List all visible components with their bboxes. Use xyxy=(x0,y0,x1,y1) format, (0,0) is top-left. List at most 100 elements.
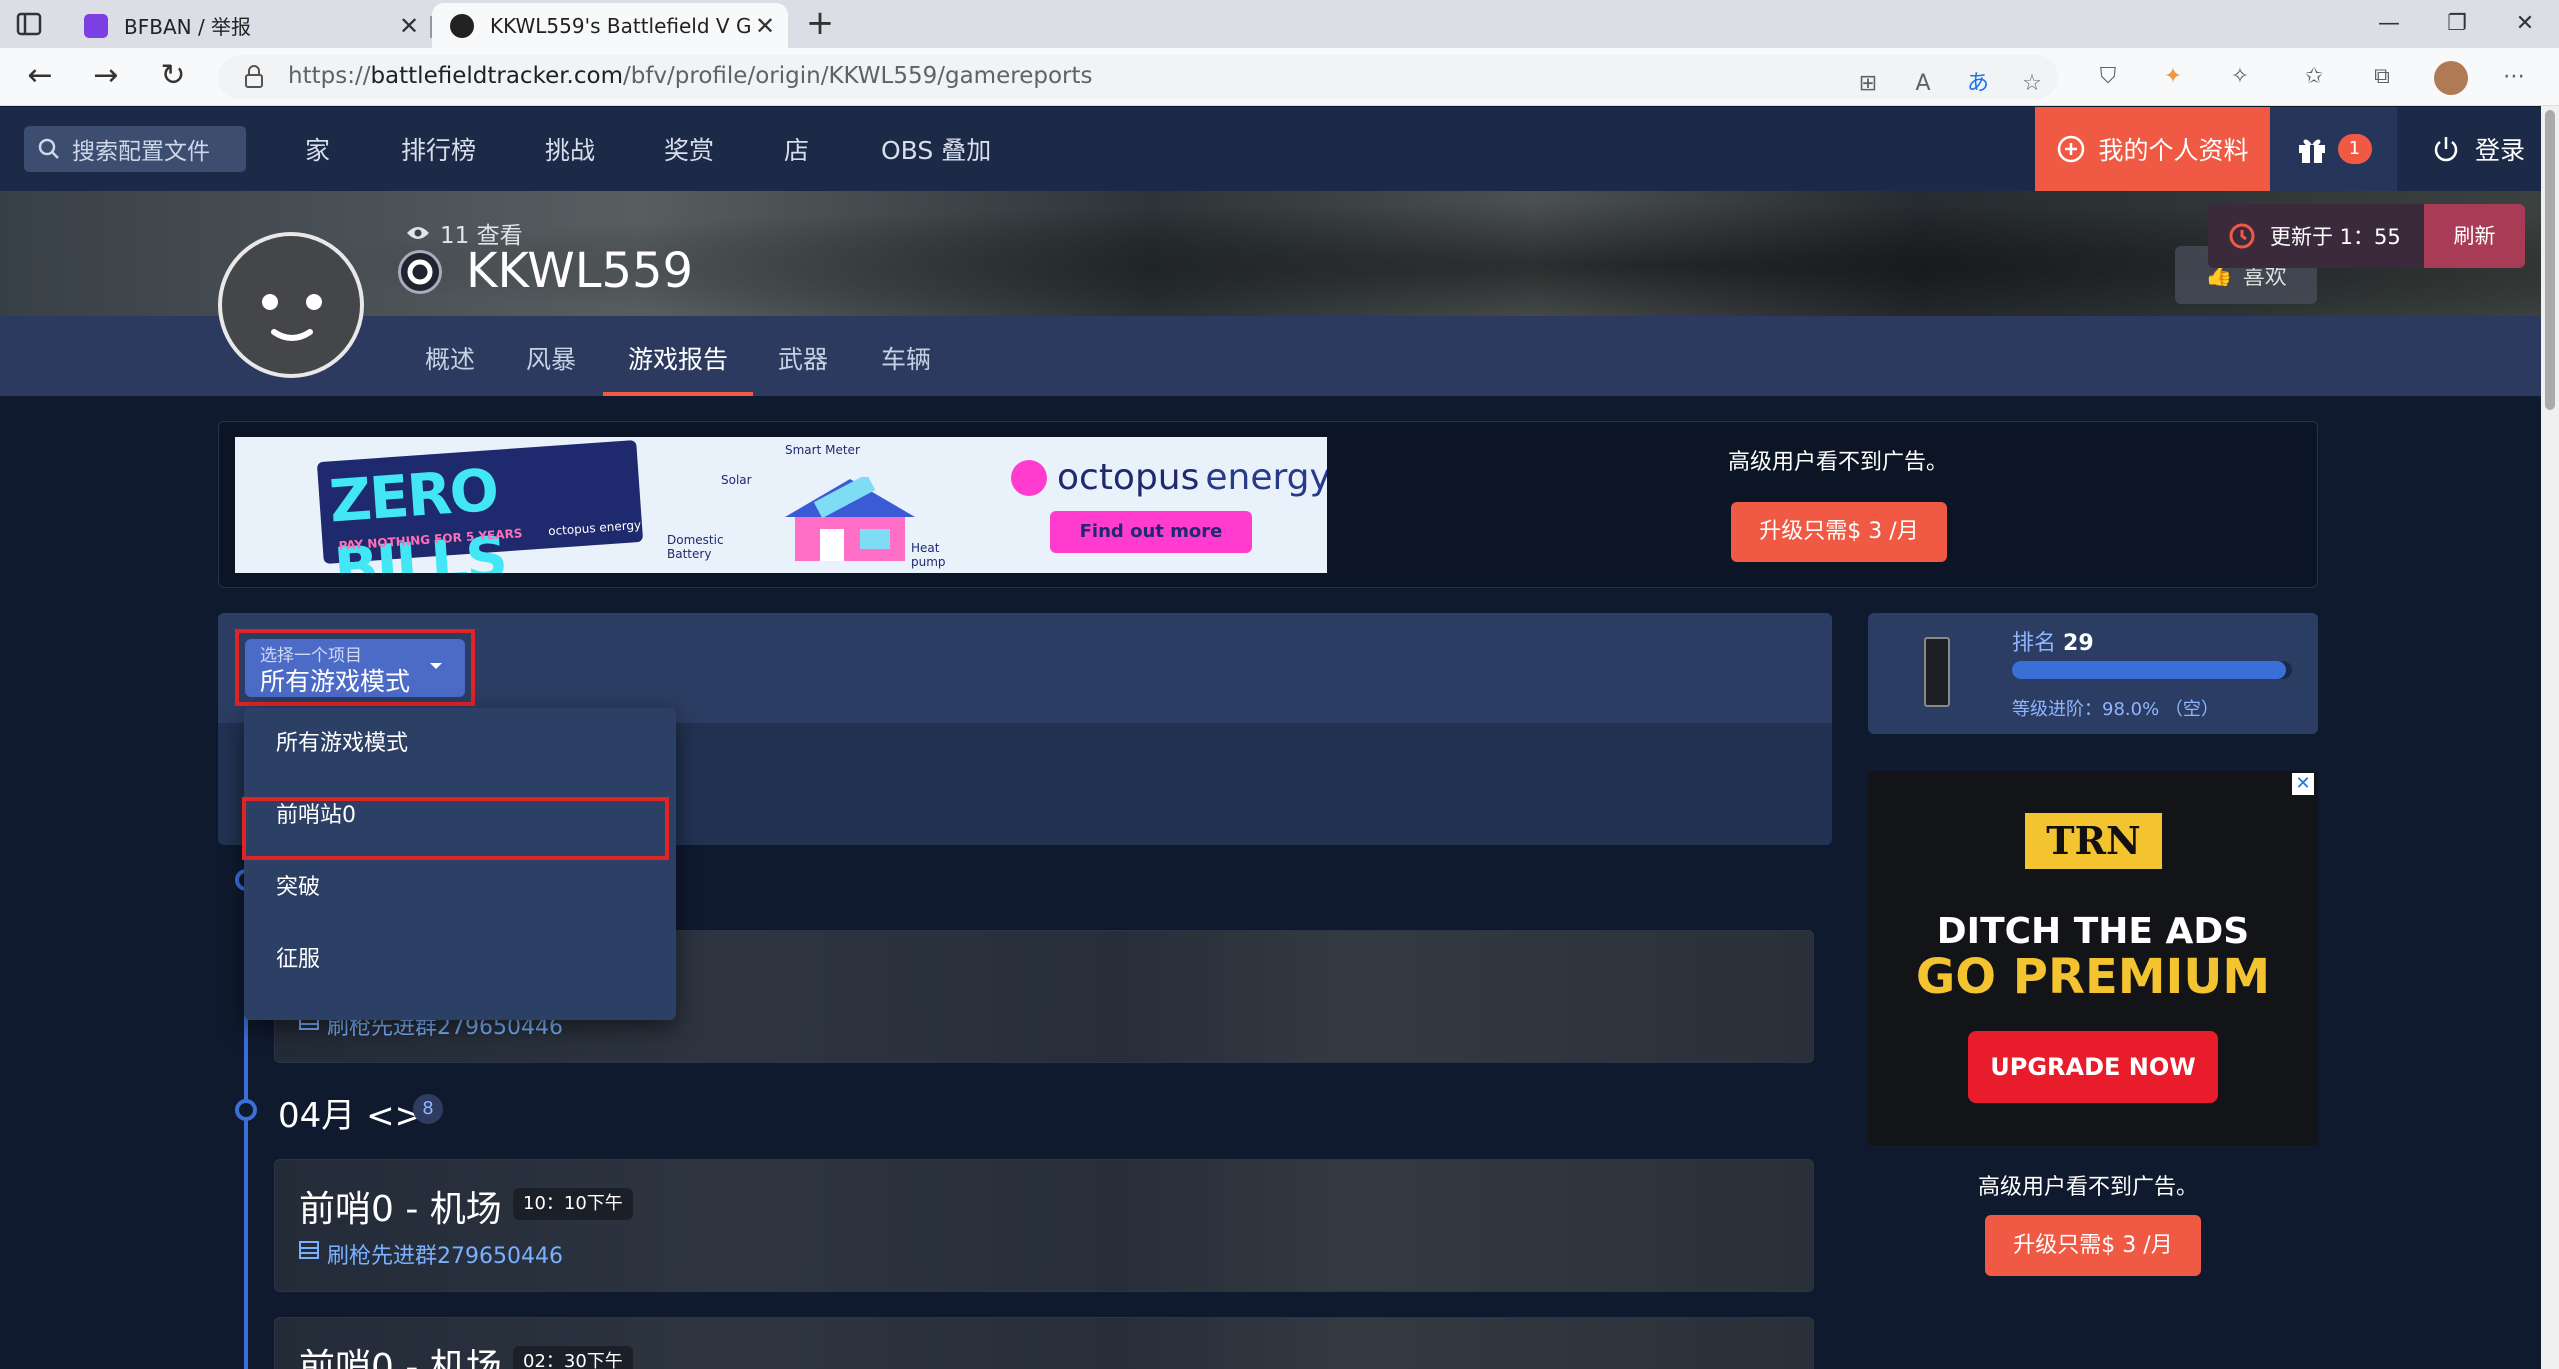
browser-tab-bfban[interactable]: BFBAN / 举报 ✕ xyxy=(66,3,432,48)
lock-icon[interactable] xyxy=(244,65,264,89)
rank-progress-bar xyxy=(2012,661,2292,679)
option-highlight-outline xyxy=(242,797,669,860)
tab-title: KKWL559's Battlefield V Game Re xyxy=(490,13,750,38)
tab-overview[interactable]: 概述 xyxy=(425,340,475,376)
server-icon xyxy=(299,1240,319,1260)
game-mode-select[interactable]: 选择一个项目 所有游戏模式 xyxy=(245,639,465,697)
house-illustration-icon xyxy=(775,477,925,563)
extension-icon[interactable]: ✦ xyxy=(2155,59,2191,95)
url-prefix: https:// xyxy=(288,63,371,89)
ad-label-solar: Solar xyxy=(721,473,752,487)
report-server[interactable]: 刷枪先进群279650446 xyxy=(327,1238,563,1270)
browser-toolbar: ← → ↻ https://battlefieldtracker.com/bfv… xyxy=(0,48,2559,106)
octopus-icon xyxy=(1011,459,1047,496)
apps-icon[interactable]: ⊞ xyxy=(1850,66,1886,102)
game-report-card[interactable]: 前哨0 - 机场 10：10下午 刷枪先进群279650446 xyxy=(274,1159,1814,1292)
tab-actions-icon[interactable] xyxy=(14,10,44,38)
rank-card: 排名 29 等级进阶：98.0% （空） xyxy=(1868,613,2318,734)
plus-circle-icon xyxy=(2056,134,2086,164)
translate-icon[interactable]: あ xyxy=(1960,66,1996,102)
page-scrollbar[interactable] xyxy=(2541,106,2559,1369)
minimize-icon[interactable]: — xyxy=(2355,0,2423,48)
player-name: KKWL559 xyxy=(466,243,694,299)
game-report-card[interactable]: 前哨0 - 机场 02：30下午 xyxy=(274,1317,1814,1369)
nav-home[interactable]: 家 xyxy=(305,131,330,167)
octopus-energy-logo: octopus energy xyxy=(1011,457,1327,498)
ad-line-1: DITCH THE ADS xyxy=(1936,911,2250,952)
nav-obs-overlay[interactable]: OBS 叠加 xyxy=(881,131,991,167)
option-breakthrough[interactable]: 突破 xyxy=(244,852,676,924)
reload-icon[interactable]: ↻ xyxy=(155,59,191,95)
clock-icon xyxy=(2228,222,2256,250)
login-label: 登录 xyxy=(2474,136,2525,165)
report-time: 02：30下午 xyxy=(513,1346,633,1369)
option-conquest[interactable]: 征服 xyxy=(244,924,676,996)
month-count-badge: 8 xyxy=(413,1094,443,1124)
collections-icon[interactable]: ⧉ xyxy=(2364,59,2400,95)
close-tab-icon[interactable]: ✕ xyxy=(750,12,780,40)
upgrade-now-button[interactable]: UPGRADE NOW xyxy=(1968,1031,2218,1103)
report-title: 前哨0 - 机场 xyxy=(299,1189,502,1230)
my-profile-label: 我的个人资料 xyxy=(2098,136,2249,165)
octopus-energy-ad[interactable]: ZERO BILLS PAY NOTHING FOR 5 YEARS octop… xyxy=(235,437,1327,573)
nav-challenges[interactable]: 挑战 xyxy=(545,131,595,167)
refresh-button[interactable]: 刷新 xyxy=(2424,204,2525,268)
nav-store[interactable]: 店 xyxy=(784,131,809,167)
game-mode-dropdown: 所有游戏模式 前哨站0 突破 征服 xyxy=(244,708,676,1020)
new-tab-button[interactable]: + xyxy=(800,6,840,40)
address-bar[interactable]: https://battlefieldtracker.com/bfv/profi… xyxy=(218,55,2058,99)
more-menu-icon[interactable]: ⋯ xyxy=(2496,59,2532,95)
origin-platform-icon xyxy=(398,250,442,294)
gift-icon xyxy=(2296,133,2328,165)
favorite-star-icon[interactable]: ☆ xyxy=(2014,66,2050,102)
gift-count-badge: 1 xyxy=(2337,134,2372,164)
favorites-icon[interactable]: ✩ xyxy=(2296,59,2332,95)
read-aloud-icon[interactable]: A xyxy=(1905,66,1941,102)
maximize-icon[interactable]: ❐ xyxy=(2423,0,2491,48)
puzzle-icon[interactable]: ✧ xyxy=(2222,59,2258,95)
browser-tab-tracker[interactable]: KKWL559's Battlefield V Game Re ✕ xyxy=(432,3,788,48)
rank-label-text: 排名 xyxy=(2012,631,2057,656)
tab-title: BFBAN / 举报 xyxy=(124,15,252,39)
upgrade-button[interactable]: 升级只需$ 3 /月 xyxy=(1731,502,1947,562)
scrollbar-thumb[interactable] xyxy=(2545,110,2555,410)
browser-avatar[interactable] xyxy=(2434,61,2468,95)
gift-button[interactable]: 1 xyxy=(2270,107,2397,191)
trn-logo: TRN xyxy=(2025,813,2162,869)
search-input[interactable]: 搜索配置文件 xyxy=(24,126,246,172)
report-title: 前哨0 - 机场 xyxy=(299,1347,502,1369)
tab-weapons[interactable]: 武器 xyxy=(778,340,828,376)
shield-icon[interactable]: ⛉ xyxy=(2090,59,2126,95)
avatar xyxy=(218,232,364,378)
site-nav: 搜索配置文件 家 排行榜 挑战 奖赏 店 OBS 叠加 我的个人资料 1 登录 xyxy=(0,107,2559,191)
ad-brand: octopus xyxy=(1057,457,1200,498)
tab-firestorm[interactable]: 风暴 xyxy=(526,340,576,376)
search-icon xyxy=(38,138,60,160)
nav-rewards[interactable]: 奖赏 xyxy=(664,131,714,167)
close-ad-icon[interactable]: ✕ xyxy=(2292,773,2314,795)
tracker-favicon-icon xyxy=(450,13,474,38)
trn-premium-ad[interactable]: ✕ TRN DITCH THE ADS GO PREMIUM UPGRADE N… xyxy=(1868,771,2318,1145)
rank-progress-text: 等级进阶：98.0% （空） xyxy=(2012,699,2219,720)
search-placeholder: 搜索配置文件 xyxy=(72,139,210,165)
close-window-icon[interactable]: ✕ xyxy=(2491,0,2559,48)
close-tab-icon[interactable]: ✕ xyxy=(394,12,424,40)
report-time: 10：10下午 xyxy=(513,1188,633,1220)
tab-game-reports[interactable]: 游戏报告 xyxy=(628,340,728,376)
ad-label-battery: Domestic Battery xyxy=(667,533,724,561)
option-all-modes[interactable]: 所有游戏模式 xyxy=(244,708,676,780)
find-out-more-button[interactable]: Find out more xyxy=(1050,511,1252,553)
my-profile-button[interactable]: 我的个人资料 xyxy=(2035,107,2270,191)
bfban-favicon-icon xyxy=(84,13,108,38)
url-text: https://battlefieldtracker.com/bfv/profi… xyxy=(288,63,1092,89)
upgrade-button[interactable]: 升级只需$ 3 /月 xyxy=(1985,1215,2201,1276)
back-icon[interactable]: ← xyxy=(22,59,58,95)
login-button[interactable]: 登录 xyxy=(2397,107,2559,191)
rank-insignia-icon xyxy=(1924,637,1950,707)
rank-label: 排名 29 xyxy=(2012,625,2094,657)
update-text: 更新于 1：55 xyxy=(2270,225,2401,249)
active-tab-indicator xyxy=(603,392,753,396)
nav-leaderboards[interactable]: 排行榜 xyxy=(401,131,476,167)
tab-vehicles[interactable]: 车辆 xyxy=(881,340,931,376)
forward-icon[interactable]: → xyxy=(88,59,124,95)
